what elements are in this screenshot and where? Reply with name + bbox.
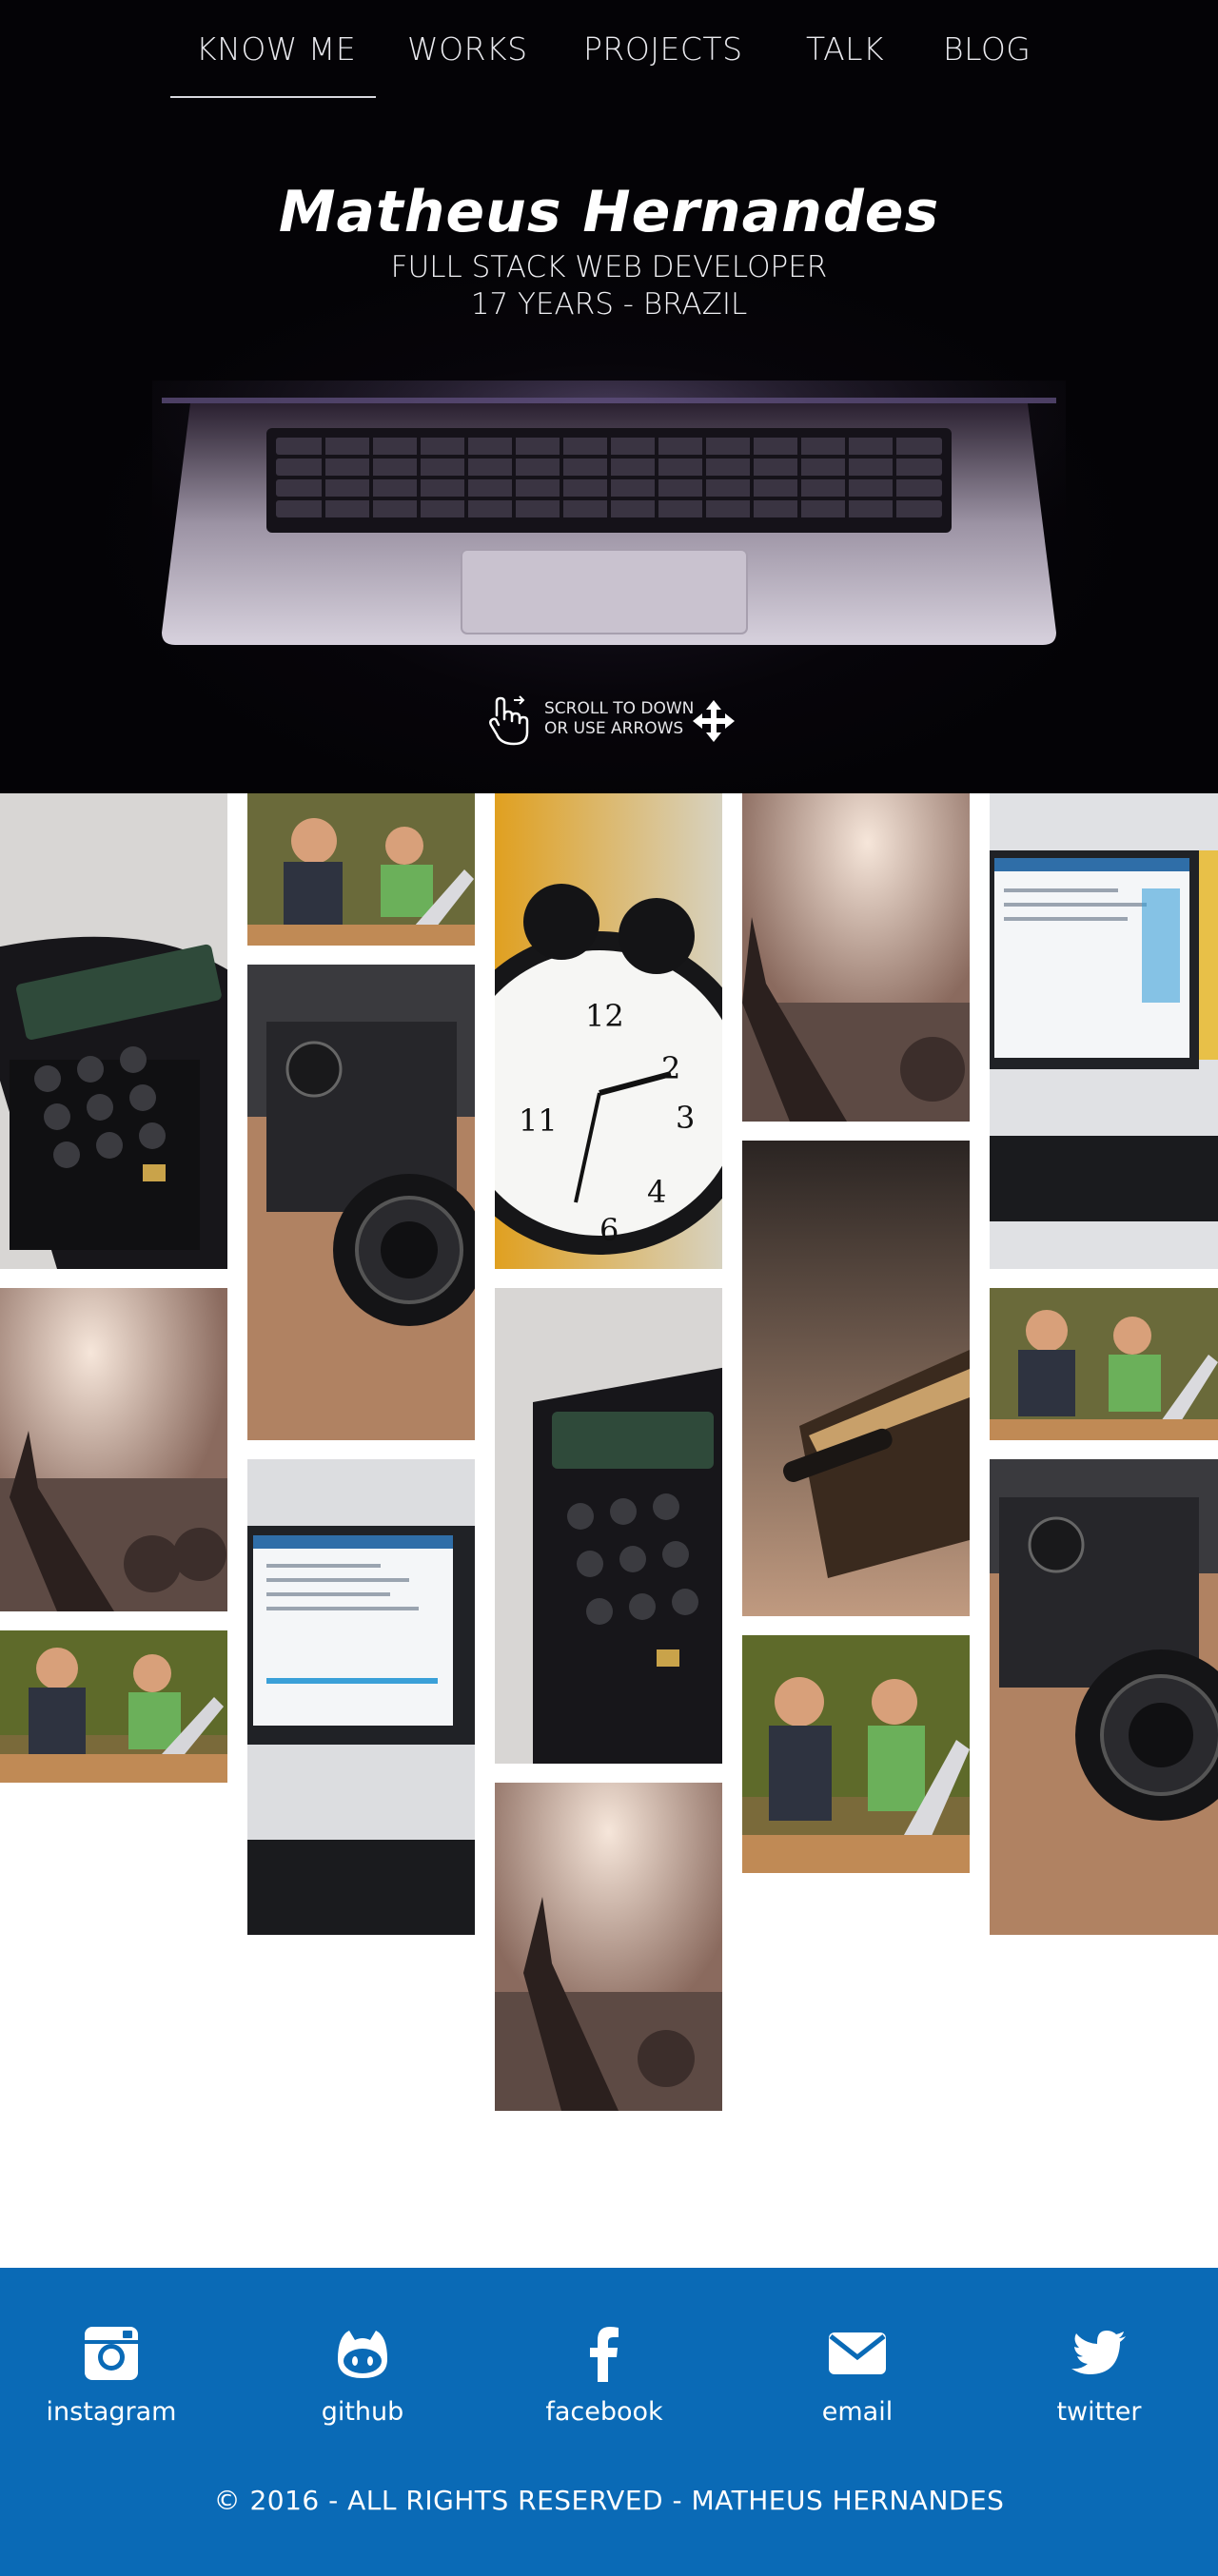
scroll-hint-line1: SCROLL TO DOWN — [544, 699, 695, 718]
gallery-photo-kids-laptop-4[interactable] — [990, 1288, 1218, 1440]
social-link-facebook[interactable]: facebook — [509, 2323, 699, 2427]
nav-item-blog[interactable]: BLOG — [943, 30, 1031, 68]
hero-section: KNOW ME WORKS PROJECTS TALK BLOG Matheus… — [0, 0, 1218, 793]
facebook-icon — [590, 2327, 619, 2382]
gallery-photo-concert-hand-3[interactable] — [742, 793, 970, 1122]
page: KNOW ME WORKS PROJECTS TALK BLOG Matheus… — [0, 0, 1218, 2576]
nav-active-indicator — [170, 96, 376, 98]
main-nav: KNOW ME WORKS PROJECTS TALK BLOG — [0, 0, 1218, 99]
social-link-github[interactable]: github — [267, 2323, 458, 2427]
social-label-facebook: facebook — [545, 2397, 663, 2427]
hero-role: FULL STACK WEB DEVELOPER — [390, 250, 828, 284]
social-link-email[interactable]: email — [762, 2323, 953, 2427]
scroll-hint: SCROLL TO DOWN OR USE ARROWS — [487, 694, 744, 751]
social-label-email: email — [821, 2397, 894, 2427]
gallery-photo-kids-laptop[interactable] — [0, 1630, 227, 1783]
gallery-photo-concert-hand-2[interactable] — [495, 1783, 722, 2111]
gallery-photo-camera-2[interactable] — [990, 1459, 1218, 1935]
instagram-icon — [85, 2327, 138, 2380]
gallery-photo-book-pen[interactable] — [742, 1141, 970, 1616]
nav-item-know-me[interactable]: KNOW ME — [196, 30, 356, 68]
svg-text:3: 3 — [676, 1100, 695, 1136]
gallery-photo-calculator-2[interactable] — [495, 1288, 722, 1764]
photo-gallery: 12 2 3 4 6 11 — [0, 793, 1218, 2268]
gallery-photo-alarm-clock[interactable]: 12 2 3 4 6 11 — [495, 793, 722, 1269]
nav-item-talk[interactable]: TALK — [806, 30, 884, 68]
copyright-text: © 2016 - ALL RIGHTS RESERVED - MATHEUS H… — [213, 2485, 1005, 2516]
gallery-photo-camera[interactable] — [247, 965, 475, 1440]
arrow-keys-icon — [693, 700, 735, 742]
social-label-twitter: twitter — [1056, 2397, 1142, 2427]
svg-text:2: 2 — [661, 1050, 680, 1086]
nav-item-works[interactable]: WORKS — [407, 30, 528, 68]
svg-text:11: 11 — [519, 1103, 558, 1139]
gallery-photo-kids-laptop-3[interactable] — [742, 1635, 970, 1873]
twitter-icon — [1071, 2331, 1126, 2374]
hero-name: Matheus Hernandes — [278, 179, 940, 245]
social-link-twitter[interactable]: twitter — [1004, 2323, 1194, 2427]
scroll-hint-line2: OR USE ARROWS — [544, 719, 684, 738]
social-label-github: github — [321, 2397, 404, 2427]
gallery-photo-calculator[interactable] — [0, 793, 227, 1269]
gallery-photo-desktop-computer-2[interactable] — [990, 793, 1218, 1269]
laptop-image — [152, 381, 1066, 666]
social-link-instagram[interactable]: instagram — [16, 2323, 206, 2427]
hero-age-location: 17 YEARS - BRAZIL — [470, 287, 748, 322]
hand-swipe-icon — [489, 695, 529, 746]
gallery-photo-kids-laptop-2[interactable] — [247, 793, 475, 946]
footer: instagram github facebook email twitter … — [0, 2268, 1218, 2576]
social-label-instagram: instagram — [46, 2397, 177, 2427]
github-icon — [338, 2331, 387, 2378]
svg-text:6: 6 — [599, 1212, 619, 1248]
svg-text:12: 12 — [585, 998, 624, 1034]
email-icon — [829, 2332, 886, 2374]
svg-text:4: 4 — [647, 1174, 666, 1210]
nav-item-projects[interactable]: PROJECTS — [583, 30, 743, 68]
gallery-photo-concert-hand[interactable] — [0, 1288, 227, 1611]
gallery-photo-desktop-computer[interactable] — [247, 1459, 475, 1935]
